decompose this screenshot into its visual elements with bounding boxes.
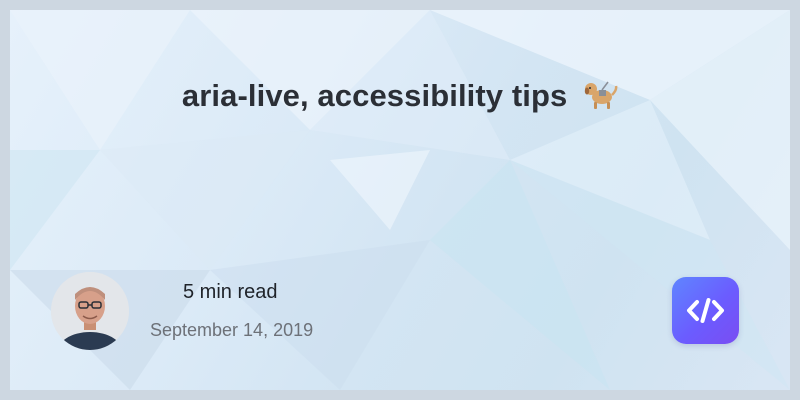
author-avatar <box>51 272 129 350</box>
publish-date: September 14, 2019 <box>150 320 314 340</box>
post-title: aria-live, accessibility tips <box>10 78 790 114</box>
site-logo <box>672 277 739 344</box>
avatar-image <box>51 272 129 350</box>
card-frame: aria-live, accessibility tips 5 min read… <box>0 0 800 400</box>
post-title-text: aria-live, accessibility tips <box>181 78 568 113</box>
read-time: 5 min read <box>183 281 278 303</box>
code-brackets-icon <box>687 298 724 323</box>
guide-dog-icon <box>584 81 618 109</box>
social-card: aria-live, accessibility tips 5 min read… <box>10 10 790 390</box>
